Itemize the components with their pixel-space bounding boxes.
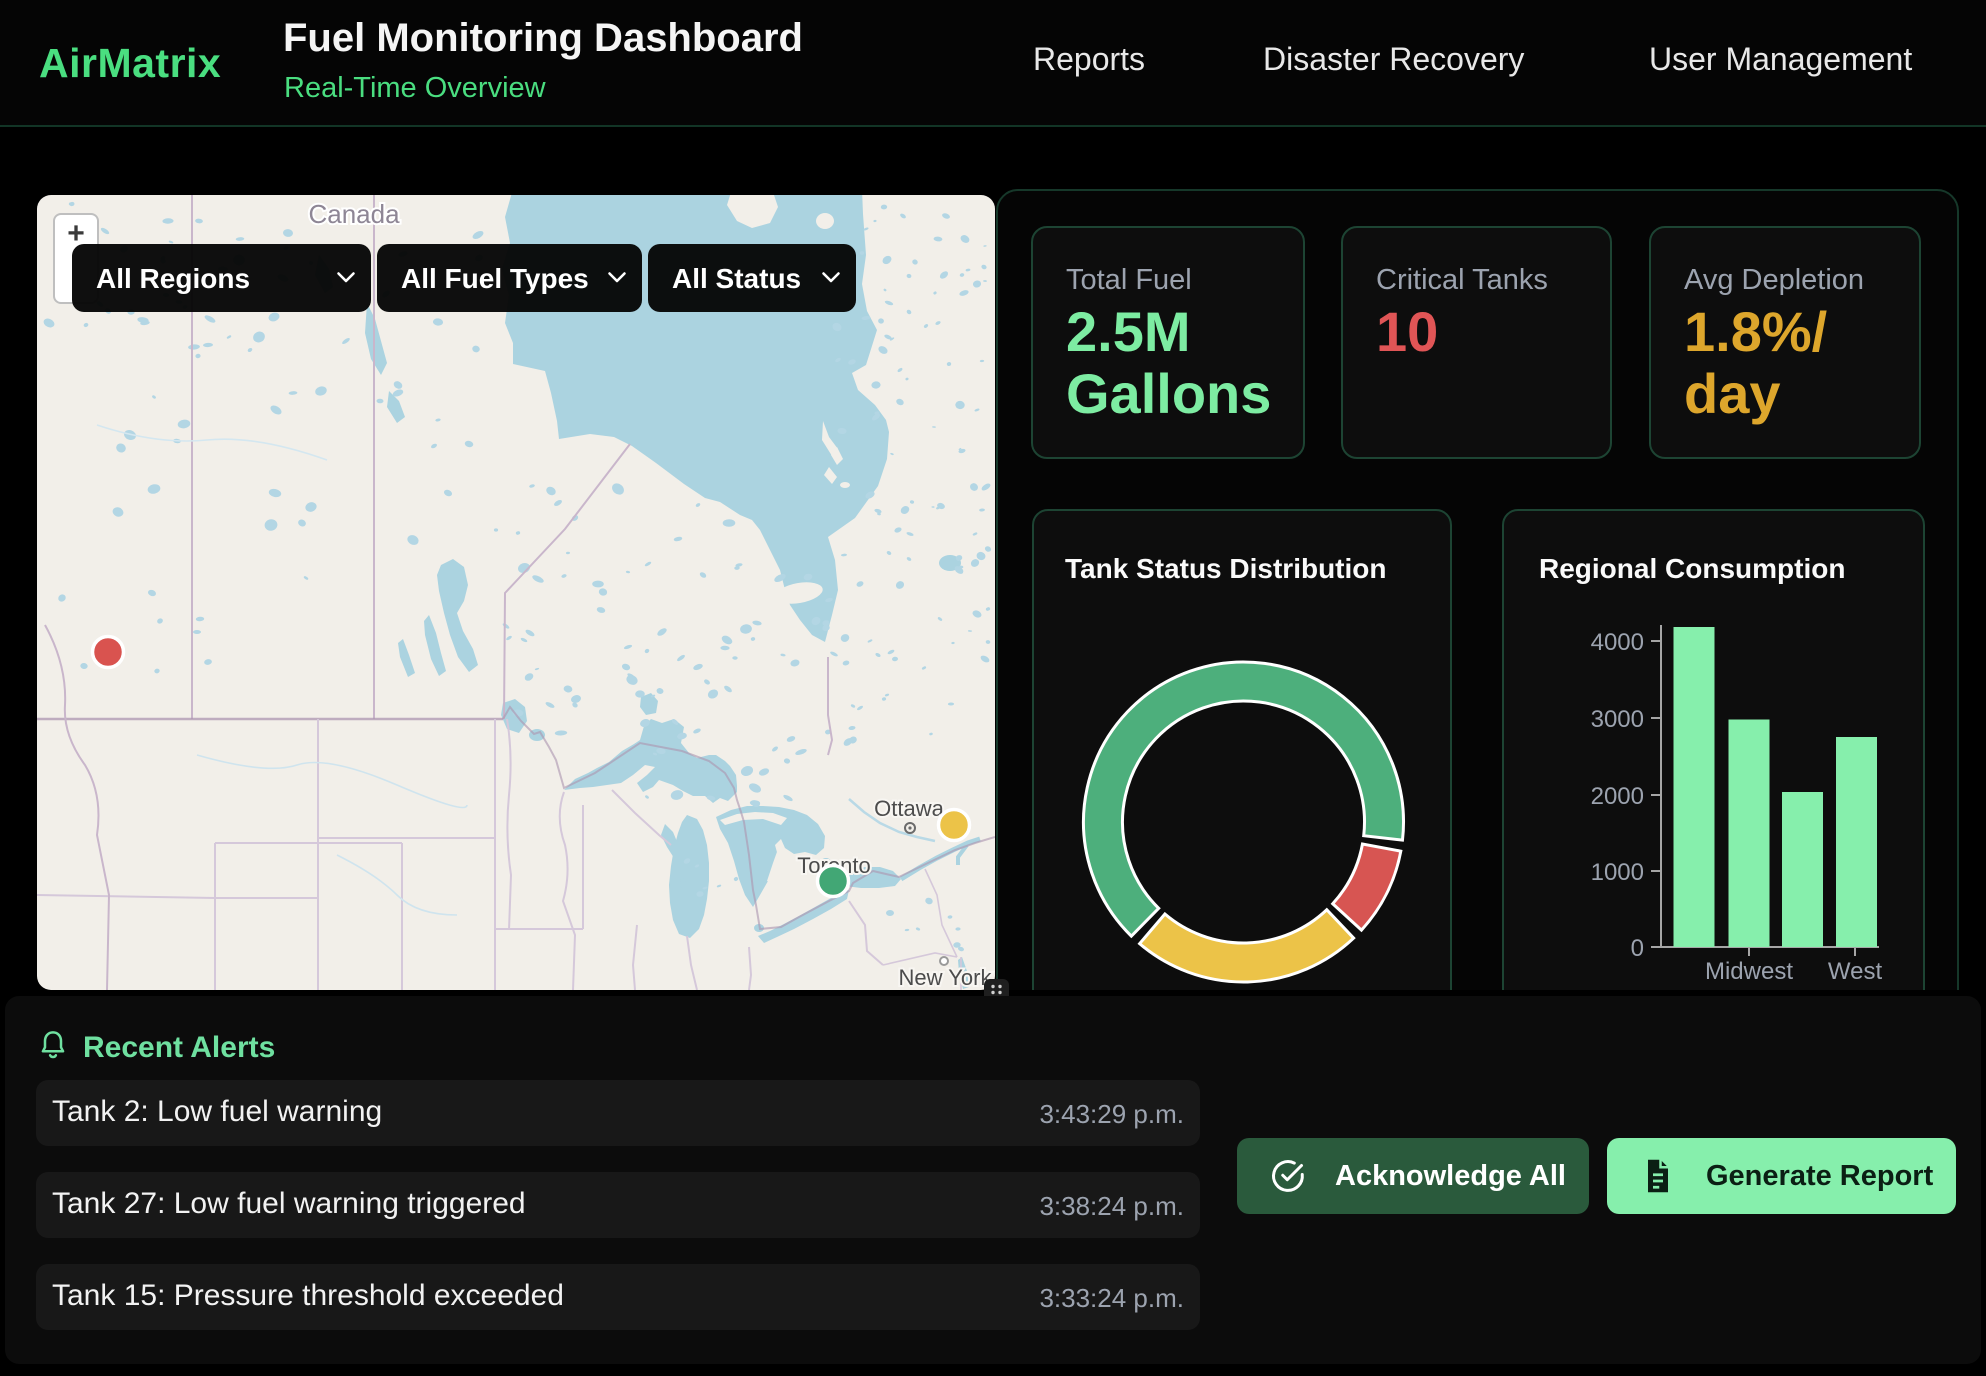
svg-text:3000: 3000 <box>1591 706 1644 733</box>
svg-text:Midwest: Midwest <box>1705 958 1793 985</box>
svg-text:Canada: Canada <box>308 199 400 229</box>
svg-text:4000: 4000 <box>1591 629 1644 656</box>
svg-text:1000: 1000 <box>1591 859 1644 886</box>
svg-text:New York: New York <box>899 965 993 990</box>
svg-text:2000: 2000 <box>1591 783 1644 810</box>
svg-text:Ottawa: Ottawa <box>874 796 944 821</box>
svg-text:West: West <box>1828 958 1883 985</box>
svg-text:0: 0 <box>1631 935 1644 962</box>
